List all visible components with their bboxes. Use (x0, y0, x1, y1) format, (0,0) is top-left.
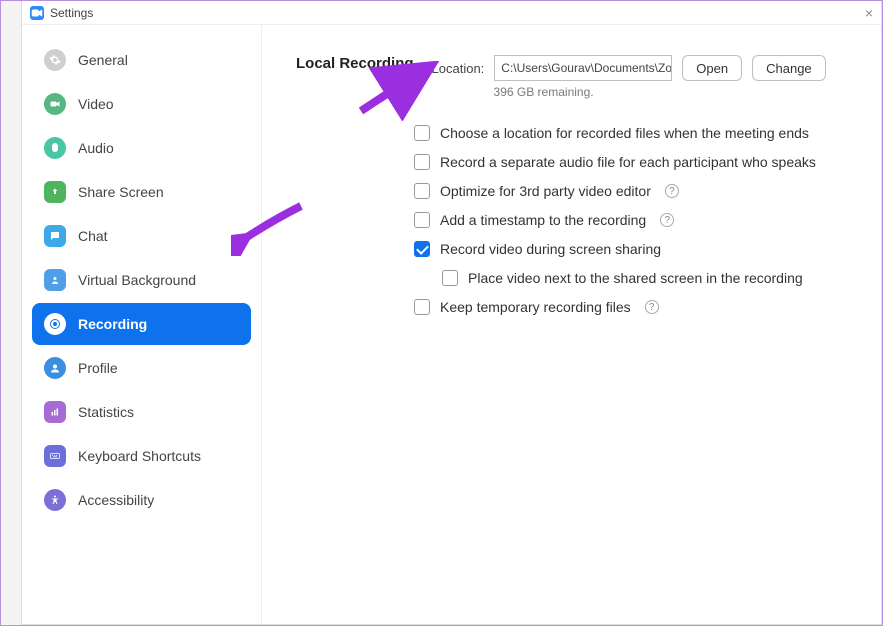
checkbox[interactable] (414, 183, 430, 199)
opt-label: Choose a location for recorded files whe… (440, 125, 809, 141)
opt-label: Record video during screen sharing (440, 241, 661, 257)
remaining-text: 396 GB remaining. (494, 85, 826, 99)
sidebar-item-profile[interactable]: Profile (32, 347, 251, 389)
gear-icon (44, 49, 66, 71)
help-icon[interactable]: ? (665, 184, 679, 198)
statistics-icon (44, 401, 66, 423)
opt-choose-location[interactable]: Choose a location for recorded files whe… (414, 125, 847, 141)
location-input[interactable]: C:\Users\Gourav\Documents\Zo (494, 55, 672, 81)
settings-window: Settings × General Video Audio (21, 1, 882, 625)
section-title: Local Recording (296, 55, 414, 72)
opt-keep-temp-files[interactable]: Keep temporary recording files ? (414, 299, 847, 315)
sidebar-item-label: Statistics (78, 404, 134, 420)
share-screen-icon (44, 181, 66, 203)
sidebar-item-label: Profile (78, 360, 118, 376)
sidebar: General Video Audio Share Screen (22, 25, 262, 624)
accessibility-icon (44, 489, 66, 511)
opt-record-during-share[interactable]: Record video during screen sharing (414, 241, 847, 257)
titlebar: Settings × (22, 1, 881, 25)
checkbox[interactable] (414, 125, 430, 141)
opt-label: Optimize for 3rd party video editor (440, 183, 651, 199)
sidebar-item-label: Audio (78, 140, 114, 156)
sidebar-item-label: Recording (78, 316, 147, 332)
sidebar-item-statistics[interactable]: Statistics (32, 391, 251, 433)
main-panel: Local Recording Location: C:\Users\Goura… (262, 25, 881, 624)
sidebar-item-keyboard-shortcuts[interactable]: Keyboard Shortcuts (32, 435, 251, 477)
sidebar-item-chat[interactable]: Chat (32, 215, 251, 257)
opt-place-video-next[interactable]: Place video next to the shared screen in… (442, 270, 847, 286)
sidebar-item-virtual-background[interactable]: Virtual Background (32, 259, 251, 301)
help-icon[interactable]: ? (660, 213, 674, 227)
keyboard-icon (44, 445, 66, 467)
help-icon[interactable]: ? (645, 300, 659, 314)
sidebar-item-label: Share Screen (78, 184, 164, 200)
sidebar-item-label: Chat (78, 228, 108, 244)
open-button[interactable]: Open (682, 55, 742, 81)
sidebar-item-label: Keyboard Shortcuts (78, 448, 201, 464)
opt-separate-audio[interactable]: Record a separate audio file for each pa… (414, 154, 847, 170)
sidebar-item-label: Video (78, 96, 114, 112)
app-icon (30, 6, 44, 20)
recording-icon (44, 313, 66, 335)
opt-add-timestamp[interactable]: Add a timestamp to the recording ? (414, 212, 847, 228)
window-title: Settings (50, 6, 93, 20)
change-button[interactable]: Change (752, 55, 826, 81)
checkbox[interactable] (442, 270, 458, 286)
opt-label: Add a timestamp to the recording (440, 212, 646, 228)
checkbox[interactable] (414, 241, 430, 257)
video-icon (44, 93, 66, 115)
recording-options: Choose a location for recorded files whe… (414, 125, 847, 315)
opt-label: Place video next to the shared screen in… (468, 270, 803, 286)
sidebar-item-video[interactable]: Video (32, 83, 251, 125)
opt-label: Keep temporary recording files (440, 299, 631, 315)
opt-label: Record a separate audio file for each pa… (440, 154, 816, 170)
sidebar-item-recording[interactable]: Recording (32, 303, 251, 345)
sidebar-item-audio[interactable]: Audio (32, 127, 251, 169)
virtual-background-icon (44, 269, 66, 291)
location-label: Location: (432, 61, 485, 76)
audio-icon (44, 137, 66, 159)
close-icon[interactable]: × (865, 5, 873, 21)
profile-icon (44, 357, 66, 379)
sidebar-item-label: Accessibility (78, 492, 154, 508)
sidebar-item-share-screen[interactable]: Share Screen (32, 171, 251, 213)
sidebar-item-label: Virtual Background (78, 272, 196, 288)
sidebar-item-accessibility[interactable]: Accessibility (32, 479, 251, 521)
opt-optimize-3rd-party[interactable]: Optimize for 3rd party video editor ? (414, 183, 847, 199)
checkbox[interactable] (414, 299, 430, 315)
sidebar-item-label: General (78, 52, 128, 68)
checkbox[interactable] (414, 212, 430, 228)
checkbox[interactable] (414, 154, 430, 170)
chat-icon (44, 225, 66, 247)
sidebar-item-general[interactable]: General (32, 39, 251, 81)
